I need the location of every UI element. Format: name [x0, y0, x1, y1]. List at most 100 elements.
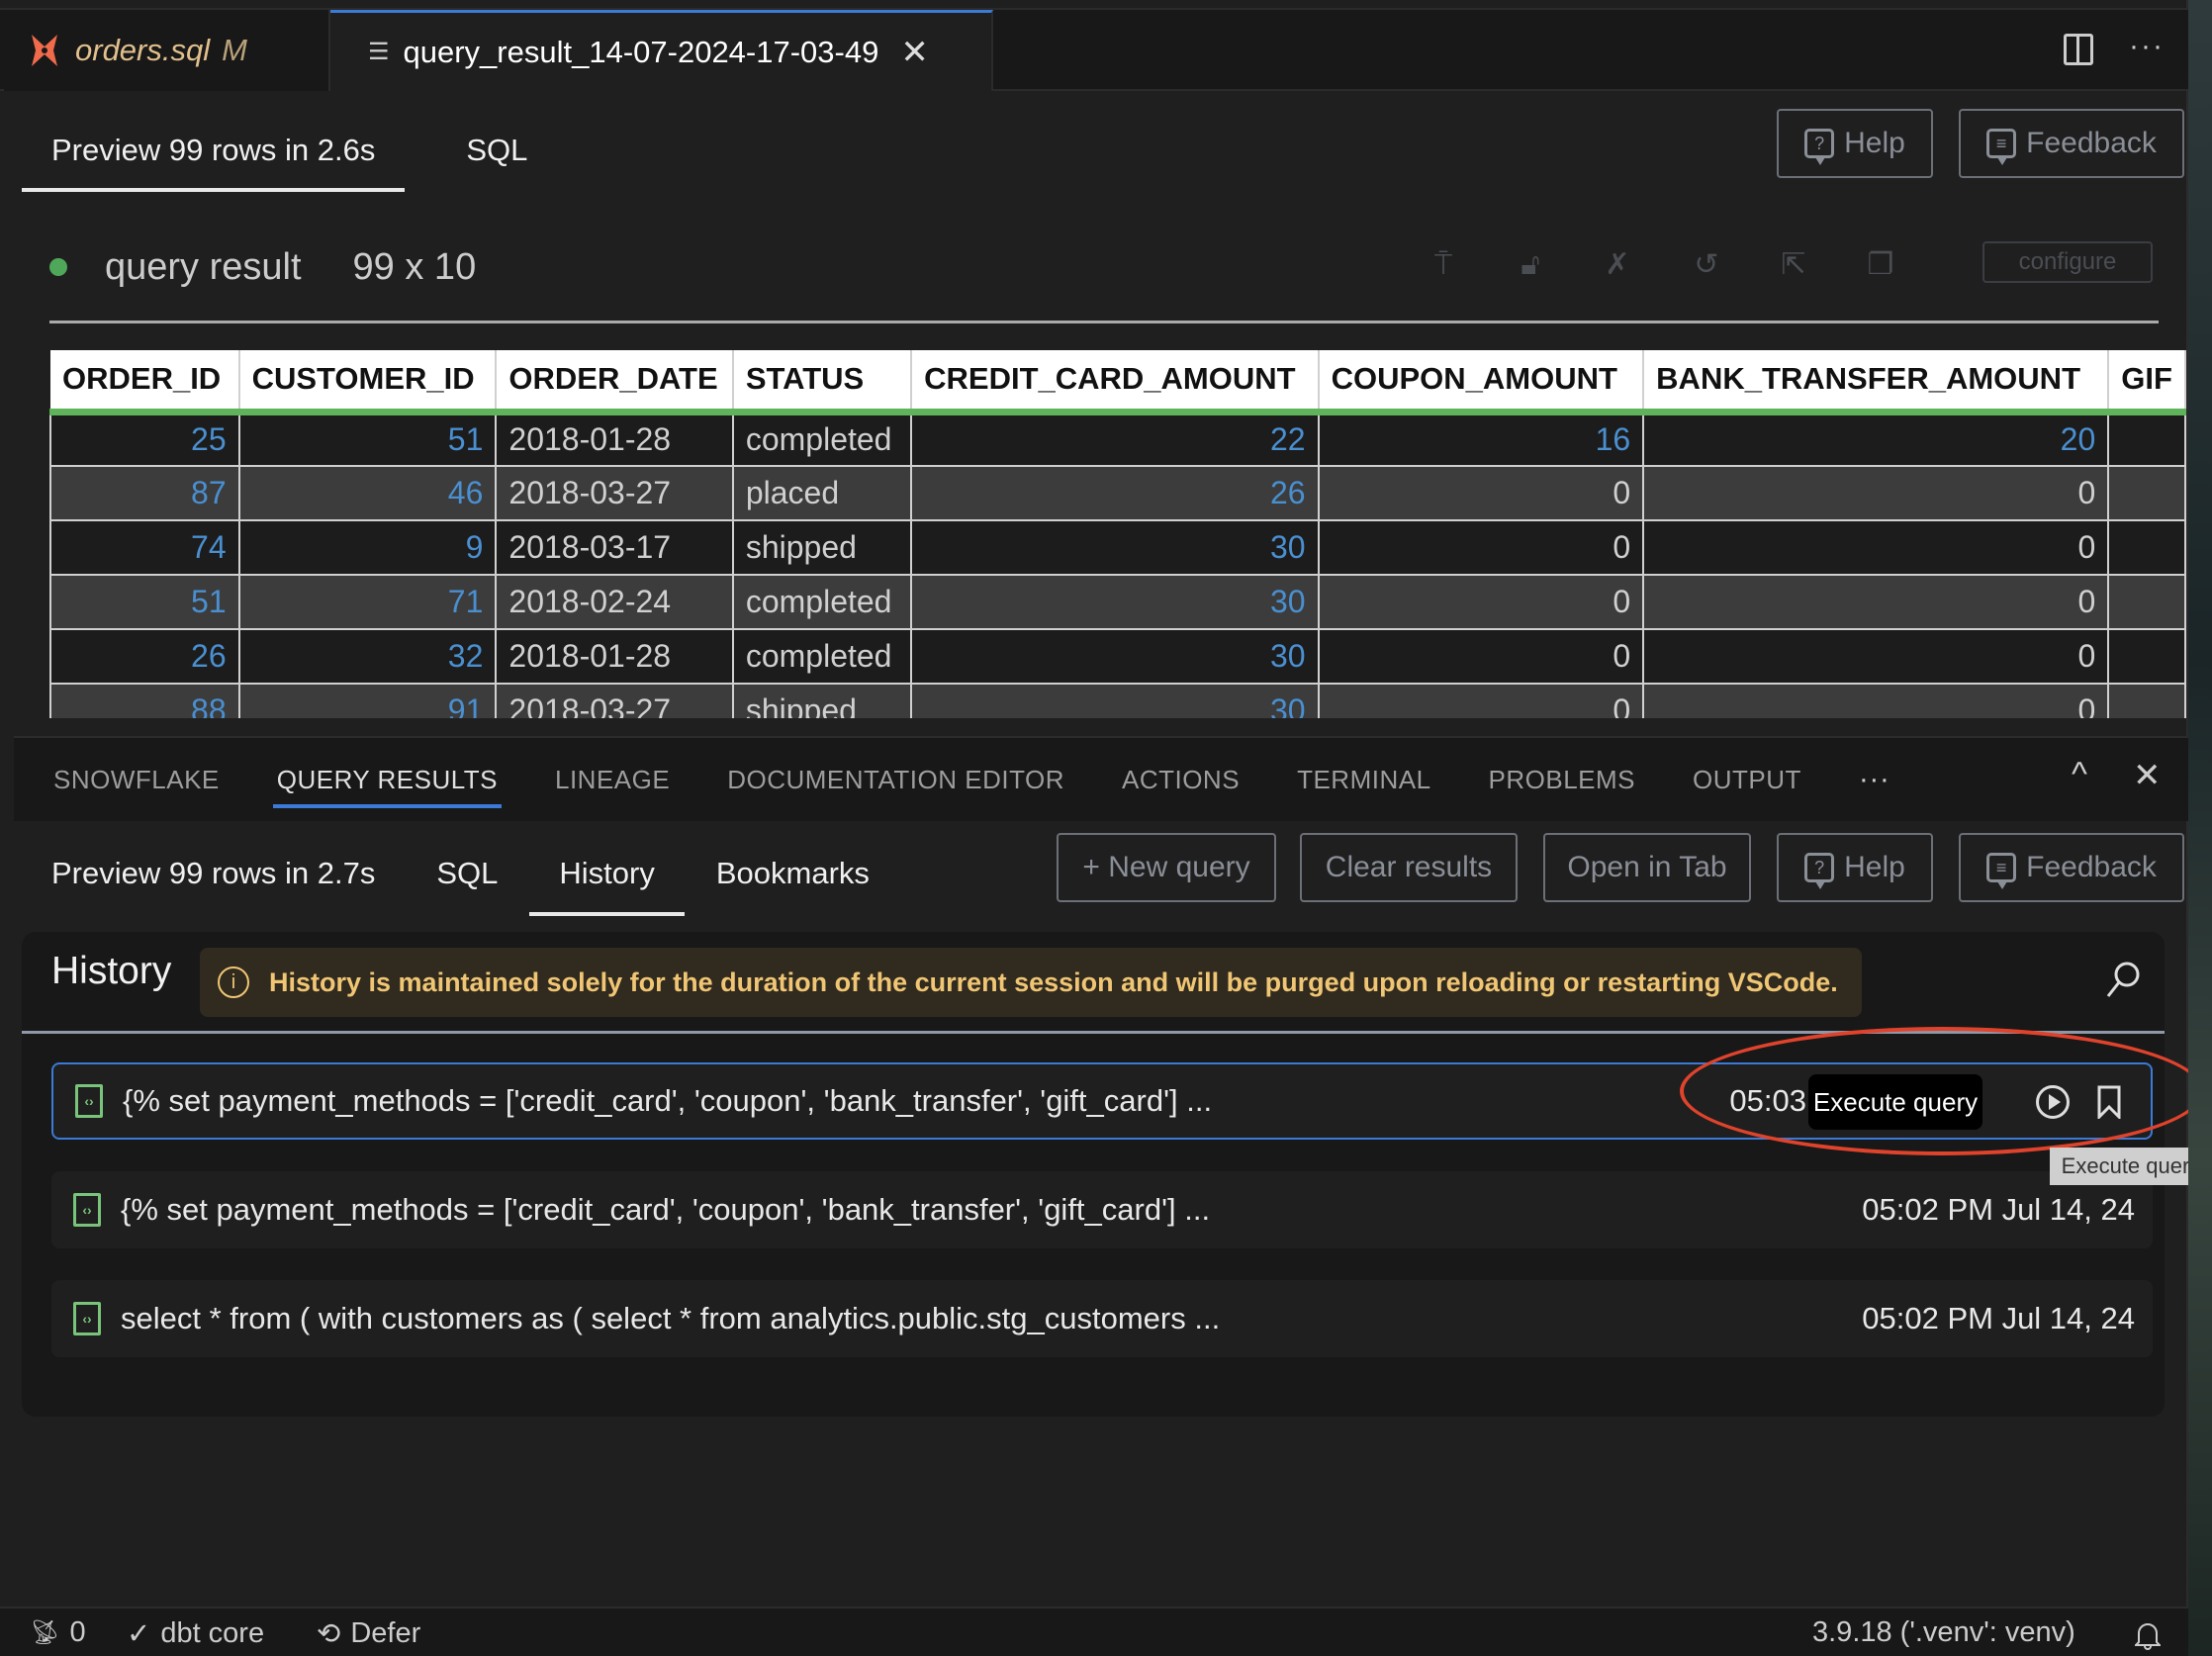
panel-tab-problems[interactable]: PROBLEMS	[1489, 737, 1636, 822]
table-cell[interactable]: 0	[1317, 520, 1645, 576]
table-row[interactable]: 51 71 2018-02-24 completed 30 0 0	[49, 575, 2186, 630]
python-interpreter[interactable]: 3.9.18 ('.venv': venv)	[1812, 1616, 2075, 1649]
panel-more-icon[interactable]: ···	[1859, 737, 1889, 822]
table-cell[interactable]: 91	[237, 684, 498, 718]
panel-tab-actions[interactable]: ACTIONS	[1122, 737, 1240, 822]
panel-tab-documentation-editor[interactable]: DOCUMENTATION EDITOR	[727, 737, 1064, 822]
maximize-panel-icon[interactable]: ^	[2072, 756, 2087, 794]
table-cell[interactable]: 0	[1317, 629, 1645, 685]
defer-status[interactable]: ⟲ Defer	[317, 1616, 420, 1651]
table-cell[interactable]: 51	[49, 575, 240, 630]
table-cell[interactable]: 0	[1317, 684, 1645, 718]
table-cell[interactable]: 22	[910, 412, 1320, 467]
dbt-status[interactable]: ✓ dbt core	[127, 1616, 264, 1651]
table-cell[interactable]: shipped	[731, 520, 913, 576]
table-cell[interactable]: shipped	[731, 684, 913, 718]
copy-icon[interactable]: ❐	[1866, 247, 1895, 283]
table-cell[interactable]: 30	[910, 520, 1320, 576]
table-cell[interactable]: placed	[731, 466, 913, 521]
column-header[interactable]: COUPON_AMOUNT	[1318, 350, 1645, 415]
clear-icon[interactable]: ✗	[1603, 247, 1632, 283]
column-header[interactable]: GIF	[2108, 350, 2186, 415]
table-cell[interactable]: 46	[237, 466, 498, 521]
table-cell[interactable]	[2107, 684, 2186, 718]
more-actions-icon[interactable]: ···	[2129, 30, 2165, 63]
subtab-preview[interactable]: Preview 99 rows in 2.6s	[22, 109, 406, 192]
table-cell[interactable]: 0	[1642, 575, 2110, 630]
panel-tab-snowflake[interactable]: SNOWFLAKE	[53, 737, 220, 822]
ports-status[interactable]: 📡︎ 0	[30, 1616, 86, 1649]
panel-tab-lineage[interactable]: LINEAGE	[555, 737, 670, 822]
table-cell[interactable]: 51	[237, 412, 498, 467]
results-table[interactable]: ORDER_ID CUSTOMER_ID ORDER_DATE STATUS C…	[49, 350, 2186, 718]
column-header[interactable]: ORDER_ID	[50, 350, 240, 415]
table-cell[interactable]	[2107, 520, 2186, 576]
table-cell[interactable]: 2018-03-17	[495, 520, 734, 576]
table-cell[interactable]: 71	[237, 575, 498, 630]
column-header[interactable]: BANK_TRANSFER_AMOUNT	[1643, 350, 2110, 415]
table-cell[interactable]	[2107, 412, 2186, 467]
history-item[interactable]: ‹› select * from ( with customers as ( s…	[51, 1280, 2153, 1357]
table-cell[interactable]: completed	[731, 575, 913, 630]
table-cell[interactable]	[2107, 629, 2186, 685]
panel-tab-query-results[interactable]: QUERY RESULTS	[272, 737, 503, 822]
subtab-bookmarks[interactable]: Bookmarks	[687, 831, 899, 916]
subtab-sql[interactable]: SQL	[407, 831, 527, 916]
split-editor-icon[interactable]	[2064, 34, 2093, 65]
table-cell[interactable]: 26	[49, 629, 240, 685]
column-header[interactable]: CUSTOMER_ID	[238, 350, 498, 415]
table-cell[interactable]: 20	[1642, 412, 2110, 467]
table-cell[interactable]: 88	[49, 684, 240, 718]
table-cell[interactable]: 16	[1317, 412, 1645, 467]
table-cell[interactable]: completed	[731, 629, 913, 685]
history-item[interactable]: ‹› {% set payment_methods = ['credit_car…	[51, 1171, 2153, 1248]
table-row[interactable]: 88 91 2018-03-27 shipped 30 0 0	[49, 684, 2186, 718]
table-cell[interactable]: 32	[237, 629, 498, 685]
paint-roller-icon[interactable]: ⍑	[1429, 247, 1458, 283]
table-row[interactable]: 26 32 2018-01-28 completed 30 0 0	[49, 629, 2186, 685]
panel-help-button[interactable]: ? Help	[1777, 833, 1933, 902]
table-cell[interactable]: 25	[49, 412, 240, 467]
table-cell[interactable]: 0	[1642, 629, 2110, 685]
table-cell[interactable]: 0	[1642, 684, 2110, 718]
panel-feedback-button[interactable]: ≡ Feedback	[1959, 833, 2184, 902]
table-cell[interactable]: 2018-01-28	[495, 412, 734, 467]
panel-tab-terminal[interactable]: TERMINAL	[1297, 737, 1430, 822]
table-cell[interactable]	[2107, 575, 2186, 630]
subtab-sql[interactable]: SQL	[466, 109, 557, 192]
bell-icon[interactable]	[2135, 1620, 2161, 1650]
table-cell[interactable]: 0	[1317, 466, 1645, 521]
configure-button[interactable]: configure	[1982, 241, 2153, 283]
table-cell[interactable]: 74	[49, 520, 240, 576]
help-button[interactable]: ? Help	[1777, 109, 1933, 178]
tab-query-result[interactable]: ☰ query_result_14-07-2024-17-03-49 ✕	[330, 10, 993, 91]
new-query-button[interactable]: + New query	[1057, 833, 1276, 902]
table-row[interactable]: 25 51 2018-01-28 completed 22 16 20	[49, 412, 2186, 467]
feedback-button[interactable]: ≡ Feedback	[1959, 109, 2184, 178]
table-cell[interactable]: 0	[1642, 466, 2110, 521]
close-tab-icon[interactable]: ✕	[900, 33, 929, 72]
table-cell[interactable]: 0	[1317, 575, 1645, 630]
undo-icon[interactable]: ↺	[1692, 247, 1721, 283]
close-panel-icon[interactable]: ✕	[2133, 756, 2162, 795]
panel-tab-output[interactable]: OUTPUT	[1693, 737, 1801, 822]
table-cell[interactable]: completed	[731, 412, 913, 467]
table-cell[interactable]: 9	[237, 520, 498, 576]
export-icon[interactable]: ⇱	[1779, 247, 1808, 283]
clear-results-button[interactable]: Clear results	[1300, 833, 1518, 902]
table-cell[interactable]: 30	[910, 684, 1320, 718]
column-header[interactable]: ORDER_DATE	[496, 350, 734, 415]
table-cell[interactable]: 26	[910, 466, 1320, 521]
table-cell[interactable]: 2018-02-24	[495, 575, 734, 630]
table-cell[interactable]	[2107, 466, 2186, 521]
search-icon[interactable]	[2103, 960, 2143, 999]
table-cell[interactable]: 87	[49, 466, 240, 521]
table-cell[interactable]: 30	[910, 575, 1320, 630]
column-header[interactable]: CREDIT_CARD_AMOUNT	[911, 350, 1320, 415]
table-row[interactable]: 74 9 2018-03-17 shipped 30 0 0	[49, 520, 2186, 576]
open-in-tab-button[interactable]: Open in Tab	[1543, 833, 1751, 902]
table-row[interactable]: 87 46 2018-03-27 placed 26 0 0	[49, 466, 2186, 521]
tab-orders-sql[interactable]: orders.sql M	[4, 10, 330, 91]
table-cell[interactable]: 2018-01-28	[495, 629, 734, 685]
lock-icon[interactable]: 🔓︎	[1516, 247, 1545, 283]
